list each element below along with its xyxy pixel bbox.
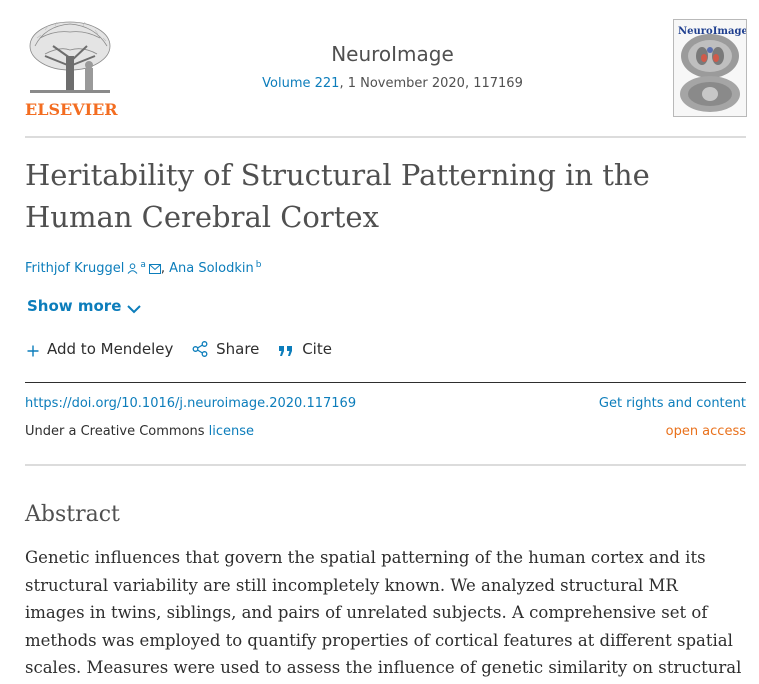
abstract-line: methods was employed to quantify propert… — [25, 630, 733, 650]
journal-info: NeuroImage Volume 221, 1 November 2020, … — [205, 42, 580, 91]
article-header: ELSEVIER NeuroImage Volume 221, 1 Novemb… — [25, 14, 747, 119]
license-link[interactable]: license — [209, 424, 254, 439]
article-title-line-1: Heritability of Structural Patterning in… — [25, 158, 650, 192]
author-link[interactable]: Ana Solodkin — [169, 261, 254, 276]
abstract-heading: Abstract — [25, 502, 120, 527]
abstract-line: structural variability are still incompl… — [25, 575, 678, 595]
abstract-line: images in twins, siblings, and pairs of … — [25, 603, 708, 622]
share-label: Share — [216, 340, 260, 358]
actions-divider — [25, 382, 746, 383]
doi-link[interactable]: https://doi.org/10.1016/j.neuroimage.202… — [25, 396, 356, 411]
quote-icon — [279, 346, 293, 356]
article-actions: Add to Mendeley Share Cite — [27, 340, 346, 358]
journal-meta: Volume 221, 1 November 2020, 117169 — [205, 76, 580, 91]
add-to-mendeley-button[interactable]: Add to Mendeley — [27, 340, 173, 358]
license-prefix: Under a Creative Commons — [25, 424, 209, 439]
rights-link[interactable]: Get rights and content — [599, 396, 746, 411]
author-link[interactable]: Frithjof Kruggel — [25, 261, 124, 276]
article-title-line-2: Human Cerebral Cortex — [25, 200, 379, 234]
affiliation-sup[interactable]: b — [256, 260, 262, 270]
open-access-badge: open access — [665, 424, 746, 439]
envelope-icon[interactable] — [148, 263, 161, 278]
chevron-down-icon — [127, 305, 142, 314]
show-more-label: Show more — [27, 297, 122, 315]
elsevier-tree-icon — [29, 21, 111, 93]
plus-icon — [27, 345, 39, 357]
volume-link[interactable]: Volume 221 — [262, 76, 339, 91]
cite-label: Cite — [302, 340, 332, 358]
person-icon — [127, 263, 138, 278]
license-divider — [25, 464, 746, 466]
cover-journal-title: NeuroImage — [678, 26, 747, 37]
affiliation-sup[interactable]: a — [140, 260, 146, 270]
license-statement: Under a Creative Commons license — [25, 424, 254, 439]
header-divider — [25, 136, 746, 138]
abstract-text: Genetic influences that govern the spati… — [25, 544, 746, 682]
abstract-line: Genetic influences that govern the spati… — [25, 548, 706, 567]
author-list: Frithjof Kruggel a, Ana Solodkin b — [25, 260, 261, 278]
issue-meta: , 1 November 2020, 117169 — [339, 76, 523, 91]
abstract-line: scales. Measures were used to assess the… — [25, 658, 742, 677]
journal-title-link[interactable]: NeuroImage — [205, 42, 580, 66]
cite-button[interactable]: Cite — [278, 340, 332, 358]
show-more-button[interactable]: Show more — [27, 297, 142, 315]
elsevier-logo[interactable]: ELSEVIER — [25, 16, 118, 119]
author-separator: , — [160, 261, 165, 276]
article-title: Heritability of Structural Patterning in… — [25, 154, 745, 238]
add-to-mendeley-label: Add to Mendeley — [47, 340, 174, 358]
journal-cover-thumbnail[interactable]: NeuroImage — [673, 19, 747, 117]
share-icon — [192, 341, 208, 357]
publisher-wordmark: ELSEVIER — [25, 100, 118, 119]
share-button[interactable]: Share — [192, 340, 259, 358]
